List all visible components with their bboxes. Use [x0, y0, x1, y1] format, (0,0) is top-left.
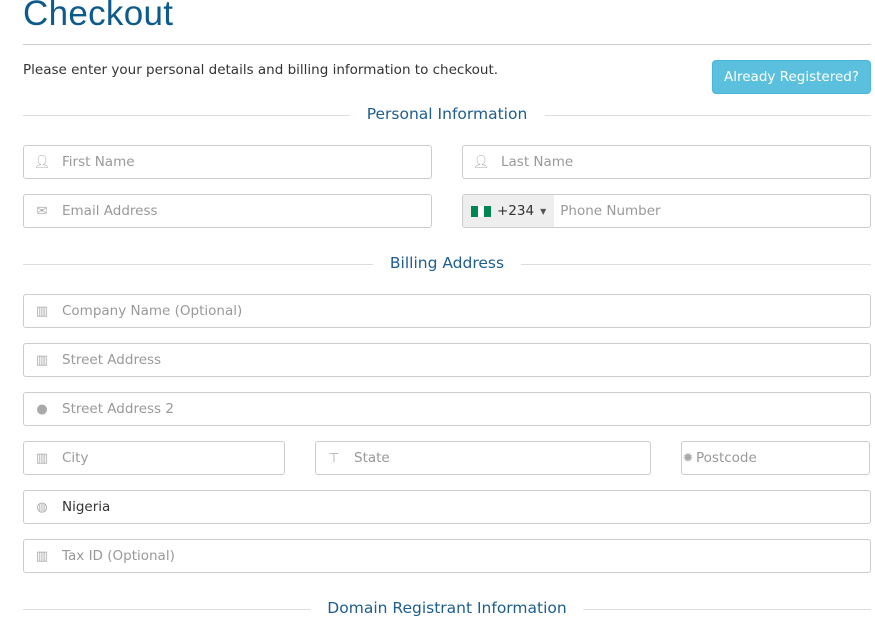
section-billing-address: Billing Address	[23, 254, 871, 274]
street2-field[interactable]: ●	[23, 392, 871, 426]
signpost-icon: ⊤	[328, 450, 340, 466]
state-input[interactable]	[352, 449, 650, 467]
phone-field[interactable]: +234 ▼	[462, 194, 871, 228]
city-input[interactable]	[60, 449, 284, 467]
globe-icon: ◍	[36, 499, 48, 515]
first-name-input[interactable]	[60, 153, 431, 171]
company-field[interactable]: ▥	[23, 294, 871, 328]
state-field[interactable]: ⊤	[315, 441, 651, 475]
street2-input[interactable]	[60, 400, 870, 418]
map-marker-icon: ●	[36, 401, 48, 417]
last-name-field[interactable]: 👤︎	[462, 145, 871, 179]
city-field[interactable]: ▥	[23, 441, 285, 475]
country-code-dropdown[interactable]: +234 ▼	[463, 195, 555, 227]
section-title: Domain Registrant Information	[310, 599, 584, 617]
building-icon: ▥	[35, 548, 49, 564]
company-input[interactable]	[60, 302, 870, 320]
section-title: Billing Address	[372, 254, 522, 272]
last-name-input[interactable]	[499, 153, 870, 171]
tax-id-input[interactable]	[60, 547, 870, 565]
title-divider	[23, 44, 871, 45]
postcode-field[interactable]: ✹	[681, 441, 870, 475]
building-icon: ▥	[35, 352, 49, 368]
user-icon: 👤︎	[33, 154, 51, 170]
email-field[interactable]: ✉	[23, 194, 432, 228]
first-name-field[interactable]: 👤︎	[23, 145, 432, 179]
postcode-input[interactable]	[694, 449, 869, 467]
country-code: +234	[497, 203, 535, 219]
section-title: Personal Information	[349, 105, 545, 123]
intro-text: Please enter your personal details and b…	[23, 62, 499, 78]
street-field[interactable]: ▥	[23, 343, 871, 377]
building-icon: ▥	[35, 450, 49, 466]
country-select[interactable]	[60, 498, 870, 516]
tax-id-field[interactable]: ▥	[23, 539, 871, 573]
email-input[interactable]	[60, 202, 431, 220]
envelope-icon: ✉	[36, 203, 48, 219]
nigeria-flag-icon	[471, 205, 492, 217]
section-personal-information: Personal Information	[23, 105, 871, 125]
certificate-icon: ✹	[682, 450, 694, 466]
user-icon: 👤︎	[472, 154, 490, 170]
caret-down-icon: ▼	[540, 206, 547, 216]
already-registered-button[interactable]: Already Registered?	[712, 60, 871, 94]
phone-input[interactable]	[554, 202, 870, 220]
section-domain-registrant: Domain Registrant Information	[23, 599, 871, 619]
street-input[interactable]	[60, 351, 870, 369]
country-field[interactable]: ◍	[23, 490, 871, 524]
page-title: Checkout	[23, 0, 174, 33]
building-icon: ▥	[35, 303, 49, 319]
